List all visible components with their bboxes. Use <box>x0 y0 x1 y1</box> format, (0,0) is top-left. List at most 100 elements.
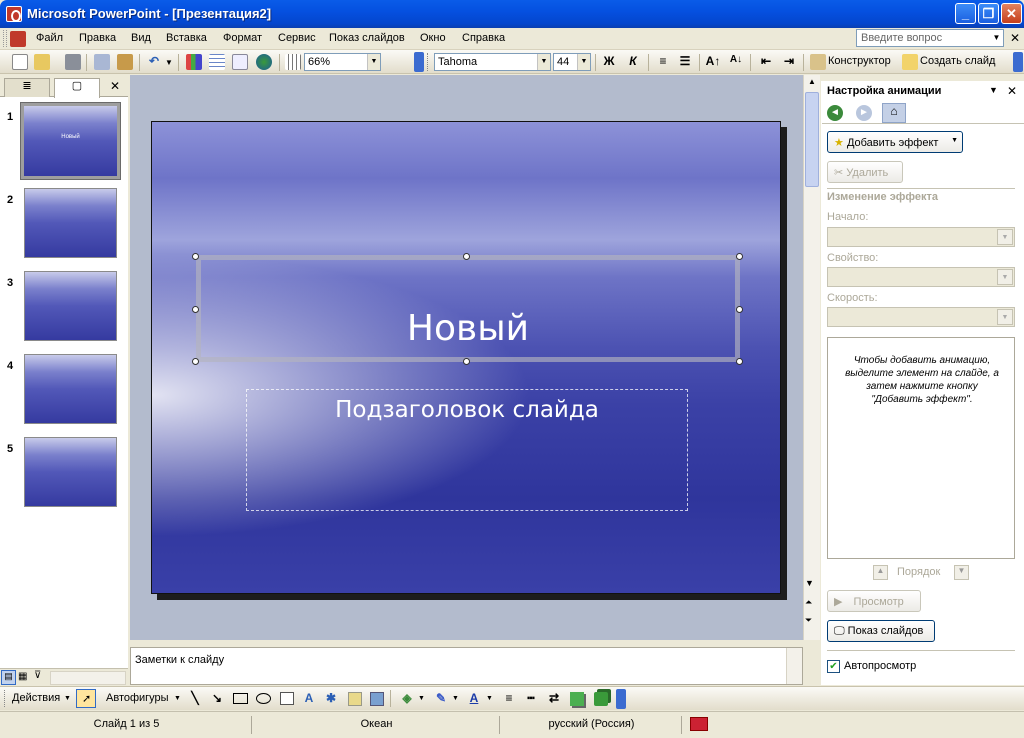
3d-style-icon[interactable] <box>594 692 608 706</box>
font-select[interactable]: Tahoma ▼ <box>434 53 551 71</box>
close-icon[interactable]: ✕ <box>110 79 120 93</box>
dash-style-icon[interactable]: ┅ <box>522 691 540 705</box>
speed-select[interactable]: ▼ <box>827 307 1015 327</box>
subtitle-placeholder[interactable]: Подзаголовок слайда <box>246 389 688 511</box>
chevron-down-icon[interactable]: ▼ <box>174 695 181 702</box>
new-icon[interactable] <box>12 54 28 70</box>
menu-help[interactable]: Справка <box>462 32 505 44</box>
fill-color-icon[interactable]: ◈ <box>398 691 416 705</box>
slide-thumbnail-3[interactable] <box>24 271 117 341</box>
chevron-down-icon[interactable]: ▼ <box>165 58 173 67</box>
language-indicator[interactable]: русский (Россия) <box>502 716 682 734</box>
resize-handle[interactable] <box>736 358 743 365</box>
resize-handle[interactable] <box>736 306 743 313</box>
copy-icon[interactable] <box>94 54 110 70</box>
document-icon[interactable] <box>10 31 26 47</box>
bulleted-list-icon[interactable]: ☰ <box>677 54 693 68</box>
select-objects-icon[interactable]: ➚ <box>76 689 96 708</box>
resize-handle[interactable] <box>463 253 470 260</box>
remove-button[interactable]: ✂ Удалить <box>827 161 903 183</box>
notes-text[interactable]: Заметки к слайду <box>135 654 224 666</box>
horizontal-scrollbar[interactable] <box>50 671 126 685</box>
chevron-down-icon[interactable]: ▼ <box>64 695 71 702</box>
menu-insert[interactable]: Вставка <box>166 32 207 44</box>
powerpoint-app-icon[interactable] <box>6 6 22 22</box>
menu-grip[interactable] <box>3 30 7 47</box>
document-close-icon[interactable]: ✕ <box>1010 31 1020 45</box>
resize-handle[interactable] <box>192 358 199 365</box>
slide-thumbnail-2[interactable] <box>24 188 117 258</box>
close-button[interactable]: ✕ <box>1001 3 1022 24</box>
previous-slide-icon[interactable]: ⏶ <box>805 597 812 608</box>
home-icon[interactable]: ⌂ <box>882 103 906 123</box>
close-icon[interactable]: ✕ <box>1007 84 1017 98</box>
next-slide-icon[interactable]: ⏷ <box>805 615 812 626</box>
line-color-icon[interactable]: ✎ <box>432 691 450 705</box>
vertical-scrollbar[interactable]: ▲ ▼ ⏶ ⏷ <box>803 75 820 640</box>
decrease-indent-icon[interactable]: ⇤ <box>758 54 774 68</box>
zoom-select[interactable]: 66% ▼ <box>304 53 381 71</box>
chevron-down-icon[interactable]: ▼ <box>418 695 425 702</box>
diagram-icon[interactable]: ✱ <box>324 691 338 705</box>
toolbar-grip[interactable] <box>4 690 7 707</box>
scroll-thumb[interactable] <box>805 92 819 187</box>
clipart-icon[interactable] <box>348 692 362 706</box>
bold-button[interactable]: Ж <box>602 54 616 68</box>
normal-view-icon[interactable]: ▤ <box>1 670 16 685</box>
shadow-style-icon[interactable] <box>570 692 584 706</box>
picture-icon[interactable] <box>370 692 384 706</box>
menu-tools[interactable]: Сервис <box>278 32 316 44</box>
start-select[interactable]: ▼ <box>827 227 1015 247</box>
autoshapes-menu[interactable]: Автофигуры <box>106 692 169 704</box>
autopreview-checkbox[interactable]: ✔ <box>827 660 840 673</box>
move-down-icon[interactable]: ▼ <box>954 565 969 580</box>
toolbar-options-icon[interactable] <box>414 52 424 72</box>
slideshow-view-icon[interactable]: ⊽ <box>34 670 41 681</box>
line-icon[interactable]: ╲ <box>188 691 202 705</box>
scroll-down-icon[interactable]: ▼ <box>805 578 814 588</box>
menu-file[interactable]: Файл <box>36 32 63 44</box>
decrease-font-icon[interactable]: A↓ <box>728 54 744 65</box>
toolbar-options-icon[interactable] <box>1013 52 1023 72</box>
designer-button[interactable]: Конструктор <box>828 55 891 67</box>
italic-button[interactable]: К <box>626 54 640 68</box>
menu-edit[interactable]: Правка <box>79 32 116 44</box>
notes-scrollbar[interactable] <box>786 648 802 684</box>
slide-subtitle[interactable]: Подзаголовок слайда <box>247 397 687 423</box>
rectangle-icon[interactable] <box>233 693 248 704</box>
resize-handle[interactable] <box>736 253 743 260</box>
oval-icon[interactable] <box>256 693 271 704</box>
restore-button[interactable]: ❐ <box>978 3 999 24</box>
tab-slides[interactable]: ▢ <box>54 78 100 98</box>
font-color-icon[interactable]: A <box>466 691 482 705</box>
spelling-status-icon[interactable] <box>690 717 708 731</box>
add-effect-button[interactable]: ★ Добавить эффект ▼ <box>827 131 963 153</box>
preview-button[interactable]: ▶ Просмотр <box>827 590 921 612</box>
move-up-icon[interactable]: ▲ <box>873 565 888 580</box>
forward-icon[interactable]: ► <box>856 105 872 121</box>
menu-window[interactable]: Окно <box>420 32 446 44</box>
arrow-icon[interactable]: ↘ <box>210 691 224 705</box>
minimize-button[interactable]: _ <box>955 3 976 24</box>
numbered-list-icon[interactable]: ≡ <box>655 54 671 68</box>
notes-pane[interactable]: Заметки к слайду <box>130 647 803 685</box>
paste-icon[interactable] <box>117 54 133 70</box>
designer-icon[interactable] <box>810 54 826 70</box>
resize-handle[interactable] <box>463 358 470 365</box>
tab-outline[interactable]: ≣ <box>4 78 50 97</box>
slideshow-button[interactable]: 🖵 Показ слайдов <box>827 620 935 642</box>
arrow-style-icon[interactable]: ⇄ <box>545 691 563 705</box>
new-slide-icon[interactable] <box>902 54 918 70</box>
scroll-up-icon[interactable]: ▲ <box>805 77 819 91</box>
table-icon[interactable] <box>209 54 225 70</box>
slide-thumbnail-4[interactable] <box>24 354 117 424</box>
title-placeholder[interactable]: Новый <box>196 255 740 362</box>
line-style-icon[interactable]: ≡ <box>500 691 518 705</box>
chart-icon[interactable] <box>186 54 202 70</box>
menu-view[interactable]: Вид <box>131 32 151 44</box>
globe-icon[interactable] <box>256 54 272 70</box>
font-size-select[interactable]: 44 ▼ <box>553 53 591 71</box>
textbox-icon[interactable] <box>280 692 294 705</box>
back-icon[interactable]: ◄ <box>827 105 843 121</box>
resize-handle[interactable] <box>192 306 199 313</box>
